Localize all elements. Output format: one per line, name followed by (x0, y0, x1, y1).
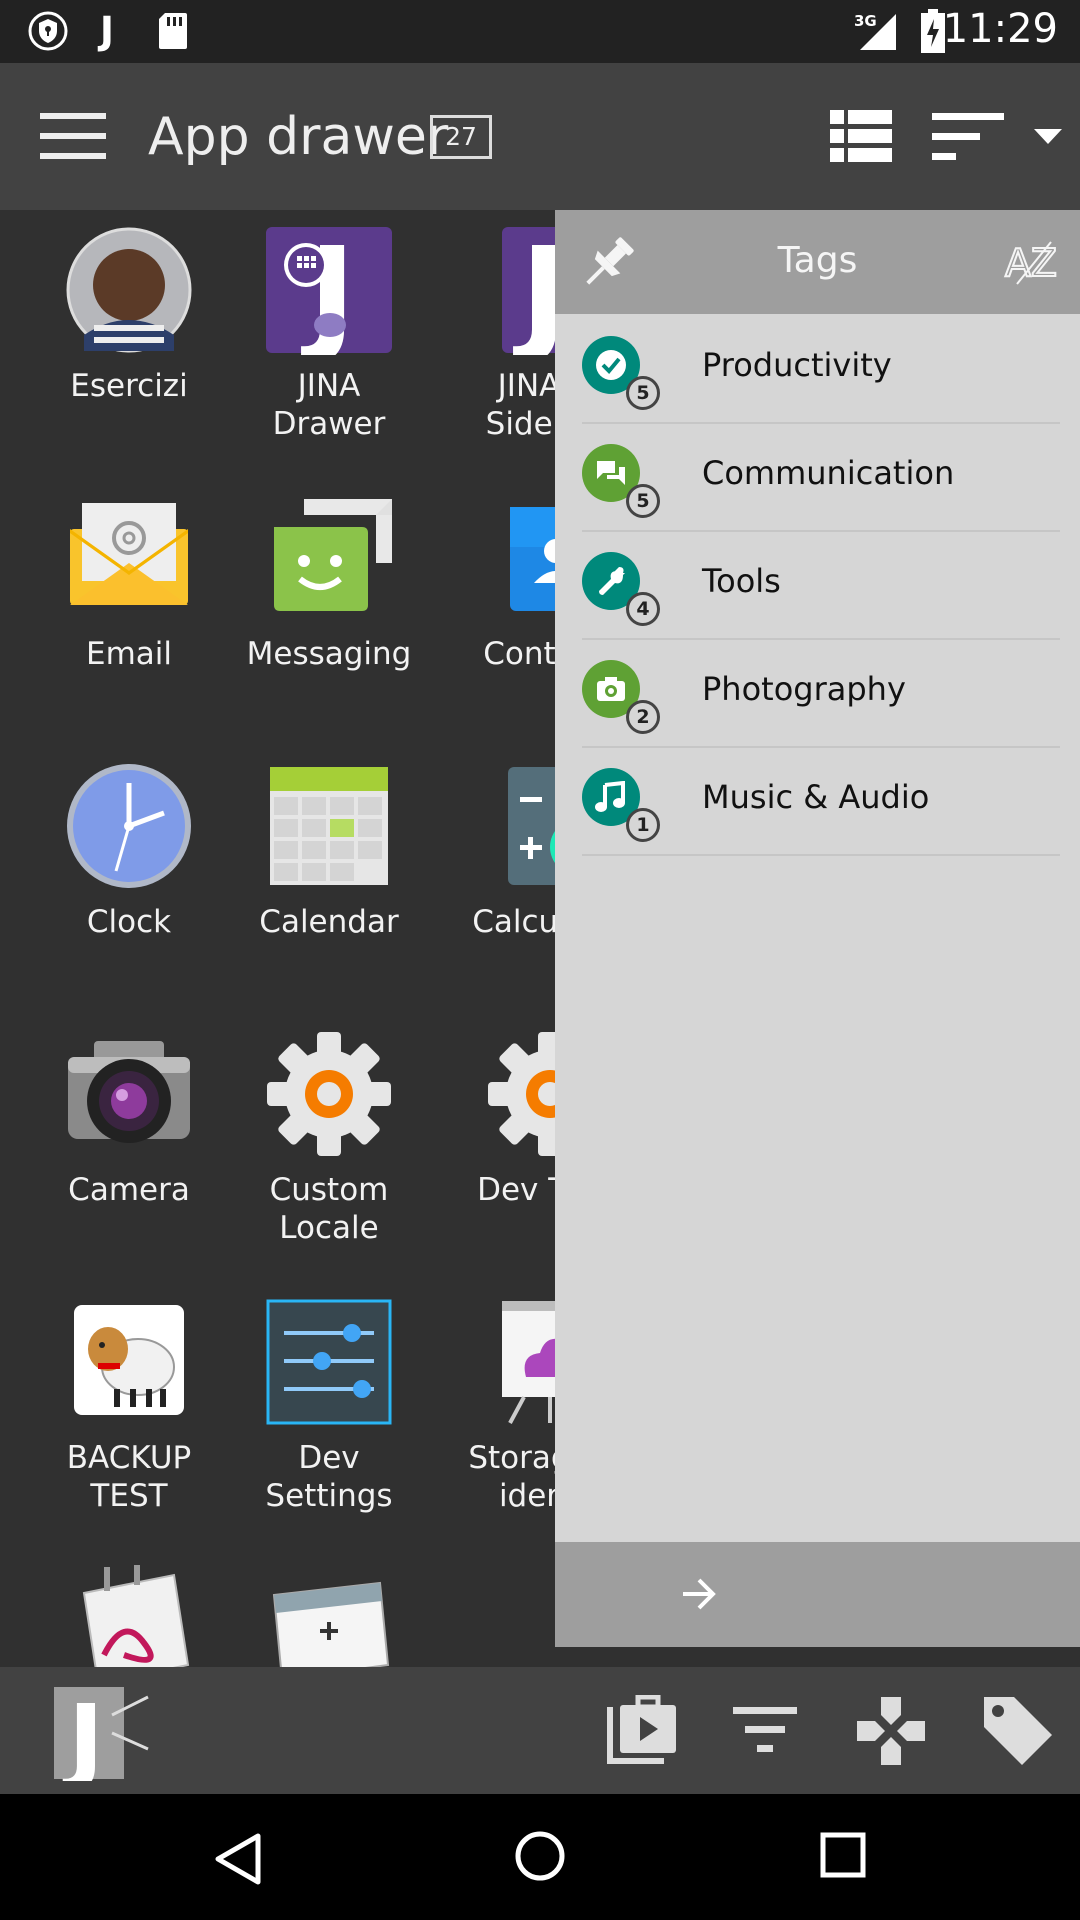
app-label: Storage ider (468, 1440, 555, 1514)
camera-icon (64, 1029, 194, 1159)
tag-item-music-audio[interactable]: 1 Music & Audio (582, 746, 1060, 856)
app-label: Email (85, 636, 172, 672)
gamepad-icon[interactable] (855, 1695, 927, 1767)
settings-gear-icon (264, 1029, 394, 1159)
app-label: JINA Sideb (485, 368, 555, 442)
app-partial-1[interactable] (29, 1565, 229, 1667)
sort-icon[interactable] (932, 113, 1004, 161)
email-icon (64, 493, 194, 623)
app-label: Conta (483, 636, 555, 672)
menu-icon[interactable] (40, 113, 106, 159)
app-label: Dev Settings (265, 1440, 393, 1514)
calculator-icon (464, 761, 555, 891)
jina-notification-icon: J (99, 9, 115, 53)
calendar-icon (264, 761, 394, 891)
tag-item-tools[interactable]: 4 Tools (582, 530, 1060, 640)
svg-text:3G: 3G (854, 12, 877, 30)
tags-panel-header: Tags AZ (555, 210, 1080, 314)
app-contacts[interactable]: Conta (429, 493, 555, 673)
app-jina-drawer[interactable]: J JINA Drawer (229, 221, 429, 443)
app-label: Custom Locale (269, 1172, 389, 1246)
back-icon[interactable] (212, 1832, 262, 1886)
list-view-icon[interactable] (830, 110, 892, 162)
app-label: BACKUP TEST (66, 1440, 192, 1514)
app-storage-provider[interactable]: Storage ider (429, 1297, 555, 1515)
tag-icon[interactable] (980, 1693, 1054, 1767)
app-esercizi[interactable]: Esercizi (29, 225, 229, 405)
app-label: Camera (68, 1172, 190, 1208)
tag-label: Productivity (702, 346, 892, 384)
app-calculator[interactable]: Calcula (429, 761, 555, 941)
tag-label: Tools (702, 562, 781, 600)
recents-icon[interactable] (820, 1832, 866, 1878)
arrow-right-icon[interactable] (679, 1576, 719, 1612)
sort-az-icon[interactable]: AZ (1003, 236, 1059, 288)
tags-title: Tags (777, 240, 858, 281)
app-grid: Esercizi J JINA Drawer J JINA Sideb Emai… (0, 210, 555, 1667)
sd-card-icon (156, 10, 190, 52)
app-clock[interactable]: Clock (29, 761, 229, 941)
app-count-badge: 27 (430, 115, 492, 159)
app-label: Dev To (477, 1172, 555, 1208)
app-email[interactable]: Email (29, 493, 229, 673)
app-backup-test[interactable]: BACKUP TEST (29, 1297, 229, 1515)
app-messaging[interactable]: Messaging (229, 493, 429, 673)
dropdown-arrow-icon[interactable] (1034, 129, 1062, 145)
clock-text: 11:29 (942, 6, 1058, 52)
app-label: JINA Drawer (272, 368, 386, 442)
sheep-icon (64, 1297, 194, 1427)
tag-count-badge: 5 (626, 484, 660, 518)
jina-launcher-icon[interactable]: J (52, 1684, 152, 1796)
svg-text:AZ: AZ (1005, 241, 1057, 285)
jina-drawer-icon: J (264, 221, 394, 370)
app-partial-2[interactable] (229, 1565, 429, 1667)
contacts-icon (464, 493, 555, 623)
new-window-icon (264, 1565, 394, 1667)
pen-notebook-icon (64, 1565, 194, 1667)
tag-item-communication[interactable]: 5 Communication (582, 422, 1060, 532)
play-store-icon[interactable] (598, 1694, 678, 1769)
page-title: App drawer (148, 107, 449, 167)
tags-panel-footer (555, 1542, 1080, 1647)
signal-icon: 3G (852, 10, 898, 52)
app-custom-locale[interactable]: Custom Locale (229, 1029, 429, 1247)
avatar (64, 225, 194, 355)
tag-item-photography[interactable]: 2 Photography (582, 638, 1060, 748)
bottom-toolbar: J (0, 1667, 1080, 1796)
shield-icon (26, 10, 70, 52)
tag-count-badge: 5 (626, 376, 660, 410)
app-label: Clock (86, 904, 172, 940)
status-bar: J 3G 11:29 (0, 0, 1080, 63)
clock-icon (64, 761, 194, 891)
svg-text:J: J (62, 1685, 104, 1781)
cloud-icon (464, 1297, 555, 1427)
sliders-icon (264, 1297, 394, 1427)
navigation-bar (0, 1794, 1080, 1920)
app-jina-sidebar[interactable]: J JINA Sideb (429, 221, 555, 443)
tag-label: Photography (702, 670, 906, 708)
app-calendar[interactable]: Calendar (229, 761, 429, 941)
filter-icon[interactable] (733, 1707, 797, 1753)
app-label: Calendar (259, 904, 399, 940)
app-label: Calcula (472, 904, 555, 940)
tag-label: Music & Audio (702, 778, 930, 816)
app-dev-settings[interactable]: Dev Settings (229, 1297, 429, 1515)
app-dev-tools[interactable]: Dev To (429, 1029, 555, 1209)
tag-count-badge: 4 (626, 592, 660, 626)
app-camera[interactable]: Camera (29, 1029, 229, 1209)
tags-panel: Tags AZ 5 Productivity 5 Communication 4… (555, 210, 1080, 1647)
app-label: Messaging (246, 636, 412, 672)
app-bar: App drawer 27 (0, 63, 1080, 210)
settings-gear-icon (464, 1029, 555, 1159)
tag-count-badge: 2 (626, 700, 660, 734)
jina-sidebar-icon: J (464, 221, 555, 370)
home-icon[interactable] (514, 1830, 566, 1882)
app-label: Esercizi (70, 368, 188, 404)
messaging-icon (264, 493, 394, 623)
tag-label: Communication (702, 454, 955, 492)
tag-count-badge: 1 (626, 808, 660, 842)
tag-item-productivity[interactable]: 5 Productivity (582, 314, 1060, 424)
